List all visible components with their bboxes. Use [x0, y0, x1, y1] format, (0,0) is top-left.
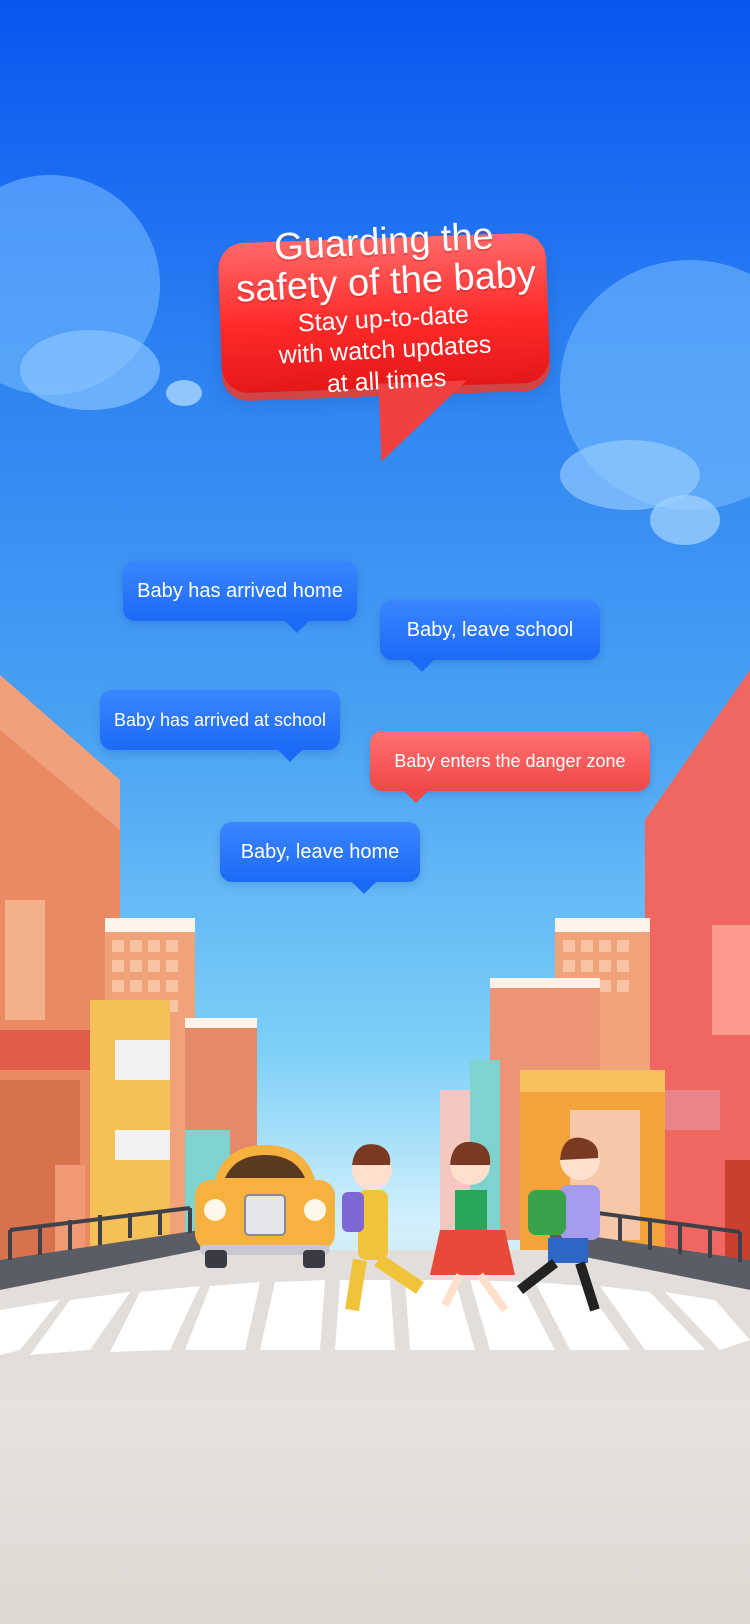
- street-illustration: [0, 670, 750, 1400]
- notification-text: Baby, leave school: [406, 618, 574, 641]
- notification-bubble-arrived-home: Baby has arrived home: [123, 561, 357, 633]
- notification-text: Baby has arrived home: [137, 579, 343, 602]
- hero-subtitle: Stay up-to-date with watch updates at al…: [218, 295, 552, 405]
- notification-bubble-leave-school: Baby, leave school: [380, 600, 600, 672]
- splash-screen: Guarding the safety of the baby Stay up-…: [0, 0, 750, 1624]
